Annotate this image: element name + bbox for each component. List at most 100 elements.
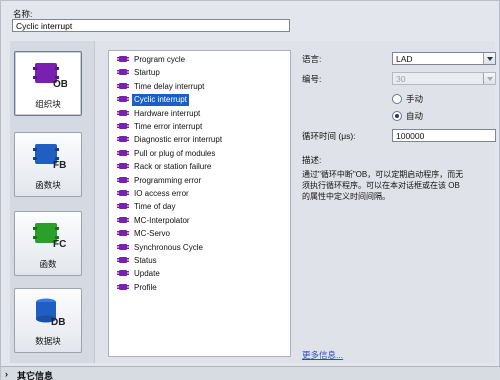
function-button[interactable]: FC 函数 bbox=[14, 211, 82, 276]
ob-list-item-label: Cyclic interrupt bbox=[132, 94, 189, 107]
data-block-button[interactable]: DB 数据块 bbox=[14, 288, 82, 353]
ob-list-item[interactable]: Startup bbox=[117, 67, 162, 79]
ob-list-item-label: Pull or plug of modules bbox=[134, 148, 216, 158]
ob-block-icon bbox=[117, 123, 129, 129]
ob-list-item[interactable]: Diagnostic error interrupt bbox=[117, 134, 224, 146]
ob-block-icon bbox=[117, 190, 129, 196]
ob-list-item[interactable]: Time delay interrupt bbox=[117, 81, 206, 93]
ob-block-icon bbox=[117, 149, 129, 156]
ob-block-icon bbox=[117, 56, 129, 62]
chevron-down-icon bbox=[483, 73, 495, 84]
auto-radio-label: 自动 bbox=[406, 111, 424, 121]
auto-radio[interactable]: 自动 bbox=[392, 110, 423, 122]
ob-list-item-label: MC-Interpolator bbox=[134, 215, 190, 225]
ob-list-item-label: Programming error bbox=[134, 175, 202, 185]
description-text: 通过"循环中断"OB，可以定期启动程序，而无 须执行循环程序。可以在本对话框或在… bbox=[302, 169, 492, 202]
additional-info-bar[interactable]: › 其它信息 bbox=[1, 366, 500, 380]
ob-list-item-label: Update bbox=[134, 269, 160, 279]
ob-list-item-label: Rack or station failure bbox=[134, 162, 212, 172]
description-label: 描述: bbox=[302, 155, 322, 165]
ob-list-item-label: Program cycle bbox=[134, 55, 186, 64]
fb-block-icon: FB bbox=[33, 144, 66, 171]
ob-list-item[interactable]: Status bbox=[117, 255, 159, 267]
ob-list-item-label: Status bbox=[134, 256, 157, 265]
ob-list-item[interactable]: Program cycle bbox=[117, 54, 187, 66]
ob-block-icon bbox=[117, 82, 129, 89]
number-select[interactable]: 30 bbox=[392, 72, 496, 85]
ob-block-icon bbox=[117, 176, 129, 183]
fc-block-icon: FC bbox=[33, 223, 66, 250]
ob-list-item[interactable]: Synchronous Cycle bbox=[117, 242, 205, 254]
ob-list-item-label: Time of day bbox=[134, 202, 176, 212]
add-new-block-dialog: 名称: Cyclic interrupt OB 组织块 FB 函数块 FC 函数… bbox=[0, 0, 500, 380]
ob-list-item[interactable]: MC-Servo bbox=[117, 228, 172, 240]
ob-list-item[interactable]: Hardware interrupt bbox=[117, 108, 202, 120]
ob-block-icon bbox=[117, 230, 129, 237]
chevron-down-icon bbox=[483, 53, 495, 64]
block-type-column: OB 组织块 FB 函数块 FC 函数 DB 数据块 bbox=[10, 41, 95, 363]
more-info-link[interactable]: 更多信息... bbox=[302, 349, 343, 361]
manual-radio-label: 手动 bbox=[406, 94, 424, 104]
number-value: 30 bbox=[396, 74, 406, 84]
ob-list-item-label: Diagnostic error interrupt bbox=[134, 135, 223, 145]
number-label: 编号: bbox=[302, 74, 322, 84]
ob-list-item[interactable]: Update bbox=[117, 268, 162, 280]
ob-list-item[interactable]: Programming error bbox=[117, 175, 203, 187]
ob-list-item-label: Synchronous Cycle bbox=[134, 242, 203, 252]
properties-panel: 语言: LAD 编号: 30 手动 自动 循环时间 (μs): 100000 描… bbox=[300, 41, 496, 363]
cycle-time-label: 循环时间 (μs): bbox=[302, 131, 356, 141]
ob-block-icon bbox=[117, 270, 129, 277]
dialog-body: OB 组织块 FB 函数块 FC 函数 DB 数据块 Program cycle… bbox=[10, 41, 496, 363]
function-block-button[interactable]: FB 函数块 bbox=[14, 132, 82, 197]
block-name-input[interactable]: Cyclic interrupt bbox=[12, 19, 290, 32]
data-block-label: 数据块 bbox=[35, 336, 61, 346]
organization-block-button[interactable]: OB 组织块 bbox=[14, 51, 82, 116]
ob-list-item[interactable]: Pull or plug of modules bbox=[117, 148, 217, 160]
ob-block-icon bbox=[117, 216, 129, 223]
db-block-icon: DB bbox=[36, 298, 65, 327]
language-select[interactable]: LAD bbox=[392, 52, 496, 65]
ob-block-icon bbox=[117, 163, 129, 170]
organization-block-label: 组织块 bbox=[35, 99, 61, 109]
ob-block-icon bbox=[117, 136, 129, 143]
ob-list-item-label: Startup bbox=[134, 68, 160, 78]
description-line: 通过"循环中断"OB，可以定期启动程序，而无 bbox=[302, 170, 464, 179]
ob-list-item[interactable]: Time error interrupt bbox=[117, 121, 204, 133]
language-label: 语言: bbox=[302, 54, 322, 64]
chevron-right-icon: › bbox=[5, 369, 8, 379]
ob-list-item-label: Profile bbox=[134, 282, 157, 292]
ob-list-item-label: Time delay interrupt bbox=[134, 81, 205, 91]
ob-block-icon bbox=[117, 109, 129, 116]
ob-list-item[interactable]: Time of day bbox=[117, 201, 178, 213]
function-label: 函数 bbox=[39, 259, 57, 269]
ob-block-icon bbox=[117, 203, 129, 210]
ob-block-icon: OB bbox=[33, 63, 67, 90]
ob-list-item-label: Hardware interrupt bbox=[134, 108, 201, 118]
ob-list-item-label: MC-Servo bbox=[134, 229, 171, 239]
radio-button-icon bbox=[392, 94, 402, 104]
description-line: 须执行循环程序。可以在本对话框或在该 OB bbox=[302, 181, 460, 190]
svg-text:OB: OB bbox=[53, 79, 67, 90]
language-value: LAD bbox=[396, 54, 413, 64]
description-line: 的属性中定义时间间隔。 bbox=[302, 192, 390, 201]
additional-info-label: 其它信息 bbox=[17, 371, 54, 380]
ob-list-item[interactable]: IO access error bbox=[117, 188, 191, 200]
ob-block-icon bbox=[117, 243, 129, 250]
ob-list-item[interactable]: Rack or station failure bbox=[117, 161, 213, 173]
ob-list-item[interactable]: MC-Interpolator bbox=[117, 215, 192, 227]
ob-list-item-label: IO access error bbox=[134, 189, 189, 198]
function-block-label: 函数块 bbox=[35, 180, 61, 190]
ob-list-item[interactable]: Cyclic interrupt bbox=[117, 94, 189, 107]
ob-block-icon bbox=[117, 283, 129, 290]
ob-block-icon bbox=[117, 96, 129, 103]
ob-block-icon bbox=[117, 69, 129, 76]
ob-list-item[interactable]: Profile bbox=[117, 282, 159, 294]
svg-text:DB: DB bbox=[51, 317, 65, 327]
svg-text:FB: FB bbox=[53, 160, 66, 171]
cycle-time-input[interactable]: 100000 bbox=[392, 129, 496, 142]
ob-type-list: Program cycle Startup Time delay interrupt… bbox=[108, 50, 291, 357]
svg-text:FC: FC bbox=[53, 239, 66, 250]
ob-block-icon bbox=[117, 257, 129, 263]
manual-radio[interactable]: 手动 bbox=[392, 93, 423, 105]
radio-button-checked-icon bbox=[392, 111, 402, 121]
